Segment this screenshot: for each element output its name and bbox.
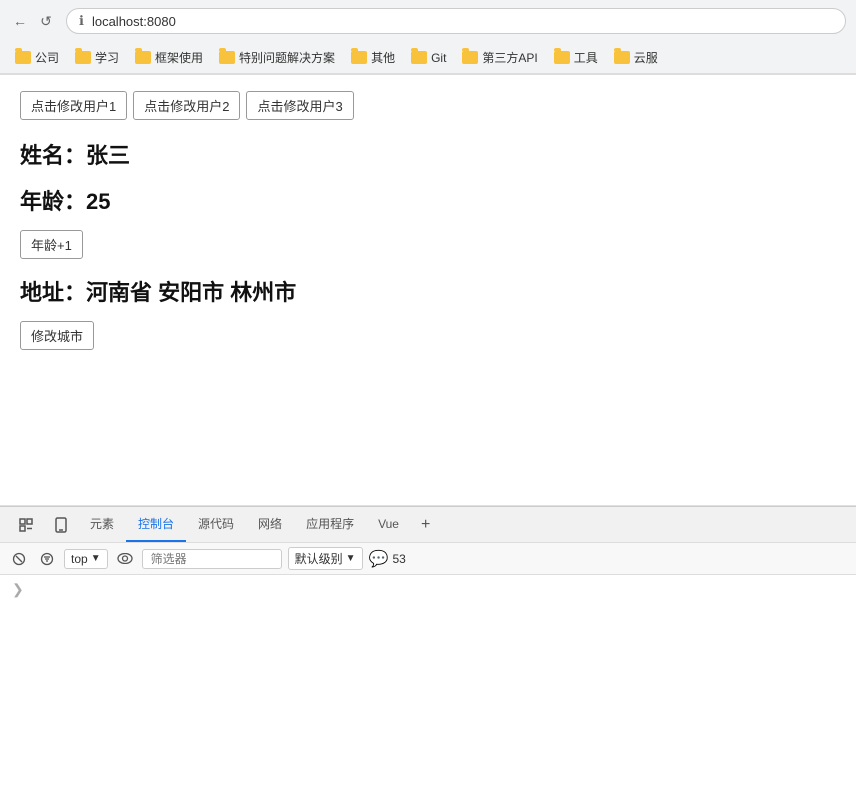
- bookmark-company[interactable]: 公司: [8, 46, 66, 69]
- user-buttons-row: 点击修改用户1 点击修改用户2 点击修改用户3: [20, 91, 836, 120]
- bookmark-framework[interactable]: 框架使用: [128, 46, 210, 69]
- tab-application[interactable]: 应用程序: [294, 507, 366, 542]
- bookmark-label: 工具: [574, 49, 598, 66]
- console-area: ❯: [0, 575, 856, 604]
- message-count-value: 53: [392, 552, 405, 566]
- tab-network[interactable]: 网络: [246, 507, 294, 542]
- browser-chrome: ← ↺ ℹ localhost:8080 公司 学习 框架使用 特别问题解决方案…: [0, 0, 856, 75]
- page-content: 点击修改用户1 点击修改用户2 点击修改用户3 姓名：张三 年龄：25 年龄+1…: [0, 75, 856, 505]
- bookmark-label: 云服: [634, 49, 658, 66]
- bookmark-special[interactable]: 特别问题解决方案: [212, 46, 342, 69]
- console-prompt-arrow[interactable]: ❯: [12, 581, 24, 597]
- bookmark-3rdapi[interactable]: 第三方API: [455, 46, 544, 69]
- age-display: 年龄：25: [20, 189, 110, 214]
- nav-buttons: ← ↺: [10, 11, 56, 31]
- level-selector[interactable]: 默认级别 ▼: [288, 547, 363, 570]
- message-count: 💬 53: [369, 549, 406, 569]
- bookmark-tools[interactable]: 工具: [547, 46, 605, 69]
- bookmark-label: 特别问题解决方案: [239, 49, 335, 66]
- watch-button[interactable]: [114, 548, 136, 570]
- folder-icon: [219, 51, 235, 64]
- tab-console[interactable]: 控制台: [126, 507, 186, 542]
- bookmark-other[interactable]: 其他: [344, 46, 402, 69]
- devtools-panel: 元素 控制台 源代码 网络 应用程序 Vue + top ▼: [0, 506, 856, 604]
- folder-icon: [75, 51, 91, 64]
- devtools-mobile-icon[interactable]: [44, 509, 78, 541]
- devtools-inspect-icon[interactable]: [8, 509, 44, 541]
- bookmark-cloud[interactable]: 云服: [607, 46, 665, 69]
- level-label: 默认级别: [295, 550, 343, 567]
- name-display: 姓名：张三: [20, 143, 130, 168]
- edit-city-button[interactable]: 修改城市: [20, 321, 94, 350]
- folder-icon: [614, 51, 630, 64]
- folder-icon: [462, 51, 478, 64]
- bookmarks-bar: 公司 学习 框架使用 特别问题解决方案 其他 Git 第三方API 工具: [0, 42, 856, 74]
- context-label: top: [71, 552, 88, 566]
- bookmark-label: 其他: [371, 49, 395, 66]
- bookmark-label: Git: [431, 51, 446, 65]
- filter-input[interactable]: [142, 549, 282, 569]
- level-dropdown-icon: ▼: [346, 553, 356, 564]
- tab-vue[interactable]: Vue: [366, 509, 411, 541]
- bookmark-git[interactable]: Git: [404, 48, 453, 68]
- filter-toggle-button[interactable]: [36, 548, 58, 570]
- folder-icon: [554, 51, 570, 64]
- reload-button[interactable]: ↺: [36, 11, 56, 31]
- devtools-toolbar: top ▼ 默认级别 ▼ 💬 53: [0, 543, 856, 575]
- devtools-tabs-bar: 元素 控制台 源代码 网络 应用程序 Vue +: [0, 507, 856, 543]
- bookmark-label: 学习: [95, 49, 119, 66]
- context-selector[interactable]: top ▼: [64, 549, 108, 569]
- add-tab-button[interactable]: +: [411, 508, 440, 542]
- message-bubble-icon: 💬: [369, 549, 389, 569]
- name-row: 姓名：张三: [20, 138, 836, 170]
- titlebar: ← ↺ ℹ localhost:8080: [0, 0, 856, 42]
- clear-console-button[interactable]: [8, 548, 30, 570]
- address-row: 地址：河南省 安阳市 林州市: [20, 275, 836, 307]
- back-button[interactable]: ←: [10, 11, 30, 31]
- tab-sources[interactable]: 源代码: [186, 507, 246, 542]
- address-bar[interactable]: ℹ localhost:8080: [66, 8, 846, 34]
- url-display: localhost:8080: [92, 14, 176, 29]
- bookmark-label: 框架使用: [155, 49, 203, 66]
- age-row: 年龄：25: [20, 184, 836, 216]
- folder-icon: [15, 51, 31, 64]
- bookmark-label: 公司: [35, 49, 59, 66]
- context-dropdown-icon: ▼: [91, 553, 101, 564]
- folder-icon: [135, 51, 151, 64]
- tab-elements[interactable]: 元素: [78, 507, 126, 542]
- address-display: 地址：河南省 安阳市 林州市: [20, 280, 296, 305]
- folder-icon: [351, 51, 367, 64]
- user-button-3[interactable]: 点击修改用户3: [246, 91, 353, 120]
- user-button-1[interactable]: 点击修改用户1: [20, 91, 127, 120]
- user-button-2[interactable]: 点击修改用户2: [133, 91, 240, 120]
- age-increment-button[interactable]: 年龄+1: [20, 230, 83, 259]
- info-icon: ℹ: [79, 13, 84, 29]
- bookmark-label: 第三方API: [482, 49, 537, 66]
- bookmark-study[interactable]: 学习: [68, 46, 126, 69]
- folder-icon: [411, 51, 427, 64]
